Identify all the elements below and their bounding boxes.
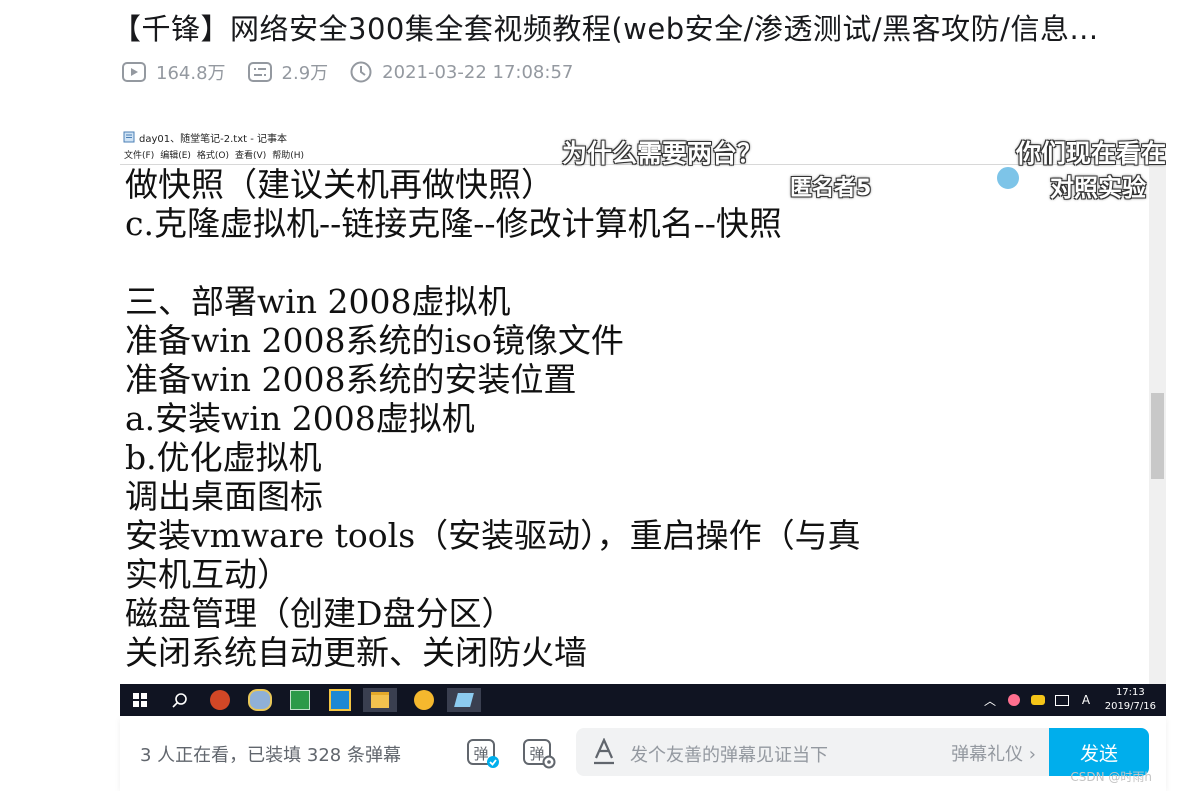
clock-icon [350,61,372,83]
text-style-icon[interactable] [592,737,616,770]
menu-file[interactable]: 文件(F) [124,148,154,161]
text-line: 实机互动） [125,555,290,594]
text-line: 准备win 2008系统的安装位置 [125,360,577,399]
play-count: 164.8万 [122,59,226,85]
publish-time: 2021-03-22 17:08:57 [350,61,573,83]
danmaku-count-text: 2.9万 [281,63,329,84]
watching-info: 3 人正在看，已装填 328 条弹幕 [140,745,401,766]
text-line: a.安装win 2008虚拟机 [125,399,475,438]
chevron-up-icon[interactable]: ︿ [978,688,1002,712]
menu-view[interactable]: 查看(V) [235,148,266,161]
svg-text:弹: 弹 [529,745,544,763]
powerpoint-icon[interactable] [208,688,232,712]
notepad-text-area[interactable]: 做快照（建议关机再做快照） c.克隆虚拟机--链接克隆--修改计算机名--快照 … [120,164,1150,685]
danmaku-sending-bar: 3 人正在看，已装填 328 条弹幕 弹 弹 发个友善的弹幕见证当下 弹幕礼仪 … [120,716,1166,791]
text-line: 磁盘管理（创建D盘分区） [125,594,515,633]
windows-start-icon[interactable] [128,688,152,712]
network-icon[interactable] [1050,688,1074,712]
danmaku-comment: 为什么需要两台？ [562,139,763,168]
danmaku-etiquette-link[interactable]: 弹幕礼仪 › [951,740,1036,766]
video-player[interactable]: day01、随堂笔记-2.txt - 记事本 文件(F) 编辑(E) 格式(O)… [120,128,1166,716]
text-line: 调出桌面图标 [125,477,323,516]
danmaku-comment: 你们现在看在 [1016,139,1166,168]
play-count-text: 164.8万 [156,63,226,84]
notepad-taskbar-icon[interactable] [447,688,481,712]
text-line: 准备win 2008系统的iso镜像文件 [125,321,624,360]
text-line: 安装vmware tools（安装驱动），重启操作（与真 [125,516,861,555]
search-icon[interactable] [168,688,192,712]
danmaku-input[interactable]: 发个友善的弹幕见证当下 弹幕礼仪 › [576,728,1050,776]
app-icon[interactable] [288,688,312,712]
menu-format[interactable]: 格式(O) [197,148,229,161]
paint-icon[interactable] [248,688,272,712]
text-line: 做快照（建议关机再做快照） [125,165,554,204]
csdn-watermark: CSDN @时雨h [1070,770,1152,784]
folder-icon[interactable] [363,688,397,712]
danmaku-comment: 匿名者5 [790,176,872,201]
danmaku-count: 2.9万 [247,59,329,85]
menu-help[interactable]: 帮助(H) [272,148,304,161]
video-meta: 164.8万 2.9万 2021-03-22 17:08:57 [122,58,595,86]
text-line: 三、部署win 2008虚拟机 [125,282,511,321]
input-method-icon[interactable]: A [1074,688,1098,712]
danmaku-toggle-icon[interactable]: 弹 [466,736,500,774]
danmaku-input-placeholder: 发个友善的弹幕见证当下 [630,745,828,766]
text-line: c.克隆虚拟机--链接克隆--修改计算机名--快照 [125,204,782,243]
notepad-window-title: day01、随堂笔记-2.txt - 记事本 [139,133,287,145]
taskbar-date: 2019/7/16 [1104,701,1156,712]
publish-time-text: 2021-03-22 17:08:57 [382,61,574,83]
menu-edit[interactable]: 编辑(E) [160,148,191,161]
windows-taskbar: ︿ A 17:13 2019/7/16 [120,684,1166,716]
taskbar-clock[interactable]: 17:13 2019/7/16 [1105,686,1156,714]
tray-flower-icon[interactable] [1002,688,1026,712]
tray-eye-icon[interactable] [1026,688,1050,712]
avatar [996,166,1020,190]
danmaku-settings-icon[interactable]: 弹 [522,736,556,774]
text-line: 关闭系统自动更新、关闭防火墙 [125,633,587,672]
text-line: b.优化虚拟机 [125,438,322,477]
face-app-icon[interactable] [412,688,436,712]
danmaku-comment: 对照实验 [1050,174,1146,202]
taskbar-time: 17:13 [1115,687,1145,698]
play-icon [122,62,146,82]
notepad-scroll-thumb[interactable] [1151,393,1164,479]
video-title: 【千锋】网络安全300集全套视频教程(web安全/渗透测试/黑客攻防/信息... [112,12,1099,46]
svg-text:弹: 弹 [473,745,488,763]
explorer-app-icon[interactable] [328,688,352,712]
notepad-icon [123,131,135,143]
danmaku-icon [247,62,272,82]
